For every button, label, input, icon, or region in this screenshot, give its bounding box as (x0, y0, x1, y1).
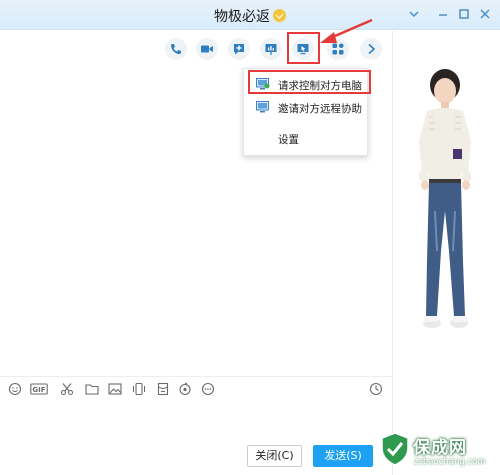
window-title: 物极必返 (0, 6, 500, 26)
menu-item-label: 设置 (278, 134, 299, 146)
watermark-shield-icon (381, 432, 409, 466)
chevron-down-icon[interactable] (407, 7, 421, 21)
gif-icon[interactable]: GIF (30, 382, 48, 396)
send-button[interactable]: 发送(S) (313, 445, 373, 467)
close-button[interactable]: 关闭(C) (247, 445, 302, 467)
folder-icon[interactable] (85, 382, 99, 396)
scissors-icon[interactable] (60, 382, 74, 396)
minimize-icon[interactable] (436, 7, 450, 21)
monitor-invite-icon (256, 101, 269, 113)
menu-item-invite-assist[interactable]: 邀请对方远程协助 (244, 96, 367, 120)
maximize-icon[interactable] (457, 7, 471, 21)
watermark-text: 保成网 (413, 438, 467, 458)
annotation-menu-highlight (248, 70, 371, 94)
title-bar: 物极必返 (0, 0, 500, 30)
video-call-button[interactable] (196, 38, 218, 60)
svg-text:GIF: GIF (32, 386, 45, 394)
history-clock-icon[interactable] (369, 382, 383, 396)
music-icon[interactable] (178, 382, 192, 396)
shake-icon[interactable] (132, 382, 146, 396)
contact-show-panel (392, 31, 500, 475)
share-screen-button[interactable] (260, 38, 282, 60)
voice-call-button[interactable] (165, 38, 187, 60)
add-chat-button[interactable] (228, 38, 250, 60)
annotation-arrow-icon (320, 18, 373, 43)
add-chat-icon (234, 44, 244, 55)
image-icon[interactable] (108, 382, 122, 396)
input-area-divider (0, 376, 392, 377)
red-packet-icon[interactable] (156, 382, 170, 396)
close-icon[interactable] (478, 7, 492, 21)
avatar-figure (419, 69, 471, 328)
vip-badge-icon (273, 9, 286, 22)
emoji-icon[interactable] (8, 382, 22, 396)
watermark-url: zsbaochang.com (414, 457, 486, 467)
video-icon (201, 45, 213, 53)
presentation-icon (265, 44, 277, 55)
phone-icon (171, 44, 181, 55)
menu-item-settings[interactable]: 设置 (244, 127, 367, 151)
more-icon[interactable] (201, 382, 215, 396)
contact-name: 物极必返 (214, 9, 270, 25)
menu-item-label: 邀请对方远程协助 (278, 103, 362, 115)
